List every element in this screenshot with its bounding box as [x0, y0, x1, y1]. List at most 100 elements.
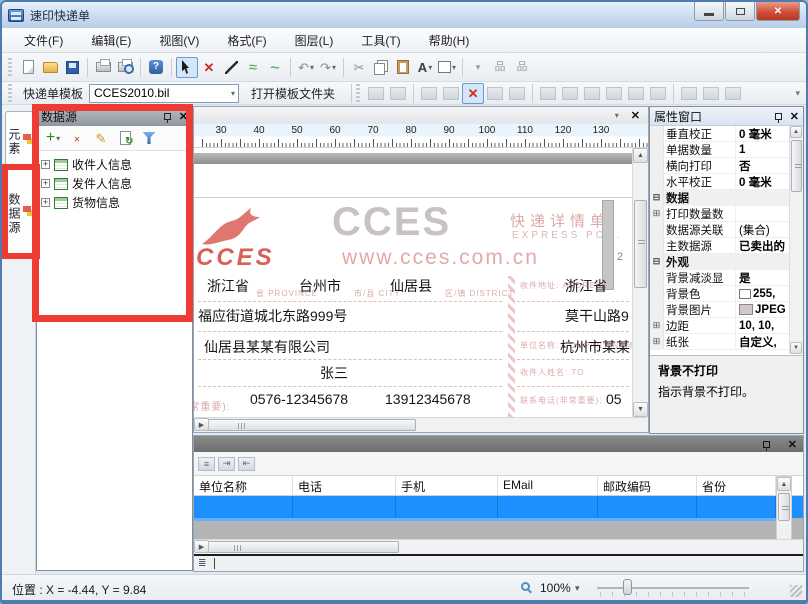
property-row-1[interactable]: 单据数量1	[650, 142, 803, 158]
lock-icon[interactable]	[484, 83, 506, 104]
scroll-right-icon[interactable]: ▶	[194, 418, 209, 431]
row-gutter[interactable]: ⊞	[650, 206, 664, 221]
zoom-slider-track[interactable]	[597, 587, 749, 589]
scrollbar-thumb[interactable]	[634, 200, 647, 288]
property-row-3[interactable]: 水平校正0 毫米	[650, 174, 803, 190]
select-cursor-icon[interactable]	[176, 57, 198, 78]
chevron-down-icon[interactable]: ▾	[231, 89, 235, 98]
send-back-icon[interactable]	[440, 83, 462, 104]
expand-icon[interactable]: +	[41, 160, 50, 169]
new-doc-icon[interactable]	[17, 57, 39, 78]
chevron-down-icon[interactable]: ▾	[332, 63, 336, 72]
open-template-folder-button[interactable]: 打开模板文件夹	[247, 83, 339, 104]
field-phone2[interactable]: 13912345678	[385, 391, 471, 407]
property-row-0[interactable]: 垂直校正0 毫米	[650, 126, 803, 142]
menu-item-3[interactable]: 格式(F)	[213, 29, 280, 52]
property-row-10[interactable]: 背景色255,	[650, 286, 803, 302]
properties-scrollbar[interactable]: ▲▼	[789, 126, 803, 354]
refresh-datasource-icon[interactable]	[113, 128, 137, 149]
close-icon[interactable]: ✕	[790, 110, 799, 123]
scroll-up-icon[interactable]: ▲	[633, 148, 648, 163]
delete-selection-icon[interactable]: ✕	[462, 83, 484, 104]
property-row-11[interactable]: 背景图片JPEG	[650, 302, 803, 318]
undo-icon[interactable]: ↶▾	[295, 57, 317, 78]
scroll-down-icon[interactable]: ▼	[633, 402, 648, 417]
help-icon[interactable]: ?	[145, 57, 167, 78]
node-layout-icon[interactable]: 品	[511, 57, 533, 78]
property-row-6[interactable]: 数据源关联(集合)	[650, 222, 803, 238]
column-header-3[interactable]: EMail	[498, 476, 598, 495]
node-connect-icon[interactable]: 品	[489, 57, 511, 78]
field-province[interactable]: 浙江省	[207, 276, 249, 296]
row-gutter[interactable]: ⊞	[650, 318, 664, 333]
scrollbar-thumb[interactable]	[198, 419, 416, 431]
export-rows-icon[interactable]: ⇤	[238, 457, 255, 471]
field-phone1[interactable]: 0576-12345678	[250, 391, 348, 407]
align-left-icon[interactable]	[537, 83, 559, 104]
selected-row[interactable]	[194, 496, 803, 518]
pin-icon[interactable]	[775, 113, 782, 120]
align-bottom-icon[interactable]	[603, 83, 625, 104]
font-icon[interactable]: A▾	[414, 57, 436, 78]
title-bar[interactable]: 速印快递单 ✕	[2, 2, 806, 28]
template-combobox[interactable]: CCES2010.bil ▾	[89, 84, 239, 103]
bring-front-icon[interactable]	[418, 83, 440, 104]
group-icon[interactable]	[365, 83, 387, 104]
canvas-body[interactable]: CCES CCES 快递详情单 EXPRESS POD. www.cces.co…	[194, 148, 648, 417]
property-row-5[interactable]: ⊞打印数量数	[650, 206, 803, 222]
import-rows-icon[interactable]: ⇥	[218, 457, 235, 471]
datasource-panel-header[interactable]: 数据源 ✕	[37, 107, 192, 126]
add-row-icon[interactable]: ≡	[198, 457, 215, 471]
field-district[interactable]: 仙居县	[390, 276, 432, 296]
color-picker-icon[interactable]: ▾	[436, 57, 458, 78]
redo-icon[interactable]: ↷▾	[317, 57, 339, 78]
property-row-9[interactable]: 背景减淡显是	[650, 270, 803, 286]
record-navigator-icon[interactable]: ≣	[198, 558, 206, 569]
menu-item-0[interactable]: 文件(F)	[10, 29, 77, 52]
property-row-13[interactable]: ⊞纸张自定义,	[650, 334, 803, 350]
property-row-4[interactable]: ⊟数据	[650, 190, 803, 206]
sidebar-tab-datasource[interactable]: 数据源	[5, 169, 34, 255]
unlock-icon[interactable]	[506, 83, 528, 104]
chevron-down-icon[interactable]: ▾	[452, 63, 456, 72]
resize-grip[interactable]	[790, 585, 802, 597]
more-tools-icon[interactable]: ▾	[467, 57, 489, 78]
menu-item-2[interactable]: 视图(V)	[145, 29, 213, 52]
delete-object-icon[interactable]: ✕	[198, 57, 220, 78]
same-height-icon[interactable]	[700, 83, 722, 104]
chevron-down-icon[interactable]: ▾	[615, 111, 619, 120]
column-header-5[interactable]: 省份	[697, 476, 776, 495]
scroll-up-icon[interactable]: ▲	[790, 126, 802, 138]
close-icon[interactable]: ✕	[179, 110, 188, 123]
scroll-up-icon[interactable]: ▲	[777, 477, 791, 491]
field-right-company[interactable]: 杭州市某某	[560, 337, 630, 357]
toolbar-overflow-icon[interactable]: ▾	[795, 88, 800, 99]
column-header-2[interactable]: 手机	[396, 476, 498, 495]
property-row-7[interactable]: 主数据源已卖出的	[650, 238, 803, 254]
close-icon[interactable]: ✕	[788, 438, 797, 451]
close-icon[interactable]: ✕	[631, 109, 640, 122]
field-person[interactable]: 张三	[320, 363, 348, 383]
property-row-12[interactable]: ⊞边距10, 10,	[650, 318, 803, 334]
pin-icon[interactable]	[763, 441, 770, 448]
field-right-phone[interactable]: 05	[606, 391, 622, 407]
copy-icon[interactable]	[370, 57, 392, 78]
grid-horizontal-scrollbar[interactable]: ▶	[194, 539, 803, 554]
scrollbar-thumb[interactable]	[197, 541, 399, 553]
chevron-down-icon[interactable]: ▾	[310, 63, 314, 72]
maximize-button[interactable]	[725, 2, 755, 21]
row-gutter[interactable]: ⊞	[650, 334, 664, 349]
pin-icon[interactable]	[164, 113, 171, 120]
expand-icon[interactable]: +	[41, 179, 50, 188]
cut-icon[interactable]: ✂	[348, 57, 370, 78]
field-right-province[interactable]: 浙江省	[565, 276, 607, 296]
minimize-button[interactable]	[694, 2, 724, 21]
row-gutter[interactable]: ⊟	[650, 254, 664, 269]
sidebar-tab-elements[interactable]: 元素	[5, 111, 34, 169]
expand-icon[interactable]: +	[41, 198, 50, 207]
menu-item-5[interactable]: 工具(T)	[347, 29, 414, 52]
menu-item-4[interactable]: 图层(L)	[281, 29, 348, 52]
field-city[interactable]: 台州市	[299, 276, 341, 296]
tree-item-2[interactable]: +货物信息	[39, 193, 190, 212]
canvas-horizontal-scrollbar[interactable]: ▶	[194, 417, 648, 432]
